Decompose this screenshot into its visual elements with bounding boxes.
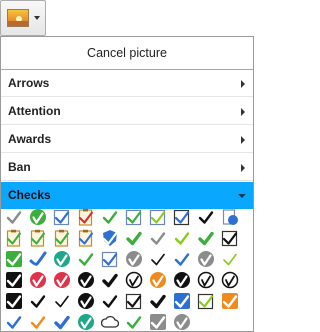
lime-check-thin-icon[interactable] [220, 249, 240, 269]
blue-outline-box-check-icon[interactable] [172, 207, 192, 227]
category-checks[interactable]: Checks [1, 182, 253, 209]
green-box-check-lime-icon[interactable] [148, 207, 168, 227]
insert-picture-button[interactable] [0, 0, 46, 36]
red-circle-check-icon[interactable] [52, 270, 72, 290]
white-check-outline-icon[interactable] [100, 291, 120, 311]
black-square-check-alt-icon[interactable] [4, 270, 24, 290]
black-check-thin-alt-icon[interactable] [52, 291, 72, 311]
plain-check-gray-icon[interactable] [4, 207, 24, 227]
green-check-tall-icon[interactable] [76, 249, 96, 269]
teal-circle-check-icon[interactable] [52, 249, 72, 269]
chevron-right-icon [241, 108, 245, 116]
chevron-right-icon [241, 164, 245, 172]
black-circle-check-outline-icon[interactable] [124, 270, 144, 290]
circle-check-outline-icon[interactable] [196, 270, 216, 290]
blue-square-check-icon[interactable] [172, 291, 192, 311]
black-circle-check-white-icon[interactable] [172, 270, 192, 290]
teal-circle-check-alt-icon[interactable] [76, 312, 96, 332]
clipboard-check-outline-icon[interactable] [28, 228, 48, 248]
orange-small-check-icon[interactable] [28, 312, 48, 332]
picture-icon [7, 9, 29, 27]
clipboard-check-list-icon[interactable] [52, 228, 72, 248]
category-label: Ban [8, 160, 31, 174]
blue-swoosh-icon[interactable] [28, 249, 48, 269]
black-check-icon[interactable] [196, 207, 216, 227]
document-check-blue-icon[interactable] [76, 228, 96, 248]
gray-sphere-check-icon[interactable] [124, 249, 144, 269]
green-check-heavy-icon[interactable] [196, 228, 216, 248]
category-label: Attention [8, 104, 61, 118]
category-attention[interactable]: Attention [1, 98, 253, 125]
clipboard-check-red-icon[interactable] [76, 207, 96, 227]
cloud-check-outline-icon[interactable] [100, 312, 120, 332]
black-check-thin-icon[interactable] [148, 249, 168, 269]
checkbox-outline-icon[interactable] [220, 228, 240, 248]
green-check-bold-icon[interactable] [124, 228, 144, 248]
document-refresh-icon[interactable] [220, 207, 240, 227]
black-circle-check-solid-icon[interactable] [76, 291, 96, 311]
orange-square-check-icon[interactable] [220, 291, 240, 311]
gray-circle-check-alt-icon[interactable] [172, 312, 192, 332]
black-check-bold-icon[interactable] [100, 270, 120, 290]
green-circle-check-icon[interactable] [28, 207, 48, 227]
checks-icon-grid [4, 207, 250, 332]
box-check-outline-icon[interactable] [124, 291, 144, 311]
black-circle-check-icon[interactable] [76, 270, 96, 290]
cancel-picture-item[interactable]: Cancel picture [1, 37, 253, 70]
black-check-outline-icon[interactable] [28, 291, 48, 311]
chevron-right-icon [241, 136, 245, 144]
pink-circle-check-icon[interactable] [28, 270, 48, 290]
category-arrows[interactable]: Arrows [1, 70, 253, 97]
category-label: Arrows [8, 76, 50, 90]
silver-check-icon[interactable] [148, 228, 168, 248]
blue-check-glossy-icon[interactable] [172, 249, 192, 269]
lime-check-icon[interactable] [172, 228, 192, 248]
checkbox-lime-outline-icon[interactable] [196, 291, 216, 311]
gray-square-check-icon[interactable] [148, 312, 168, 332]
gray-circle-check-icon[interactable] [196, 249, 216, 269]
black-square-check-icon[interactable] [4, 291, 24, 311]
clipboard-check-orange-icon[interactable] [4, 228, 24, 248]
picture-dropdown-menu: Cancel picture Arrows Attention Awards B… [0, 36, 254, 332]
green-box-check-icon[interactable] [124, 207, 144, 227]
blue-shield-check-icon[interactable] [100, 228, 120, 248]
category-awards[interactable]: Awards [1, 126, 253, 153]
green-small-check-icon[interactable] [124, 312, 144, 332]
category-label: Awards [8, 132, 52, 146]
blue-box-dark-check-icon[interactable] [100, 249, 120, 269]
blue-small-check-icon[interactable] [4, 312, 24, 332]
chevron-down-icon [238, 194, 246, 198]
chevron-right-icon [241, 80, 245, 88]
green-check-icon[interactable] [100, 207, 120, 227]
blue-box-check-icon[interactable] [52, 207, 72, 227]
category-ban[interactable]: Ban [1, 154, 253, 181]
orange-circle-check-icon[interactable] [148, 270, 168, 290]
dropdown-arrow-icon[interactable] [34, 16, 40, 20]
circle-check-outline-bold-icon[interactable] [220, 270, 240, 290]
black-check-heavy-icon[interactable] [148, 291, 168, 311]
green-square-check-icon[interactable] [4, 249, 24, 269]
blue-heavy-check-icon[interactable] [52, 312, 72, 332]
category-label: Checks [8, 188, 51, 202]
